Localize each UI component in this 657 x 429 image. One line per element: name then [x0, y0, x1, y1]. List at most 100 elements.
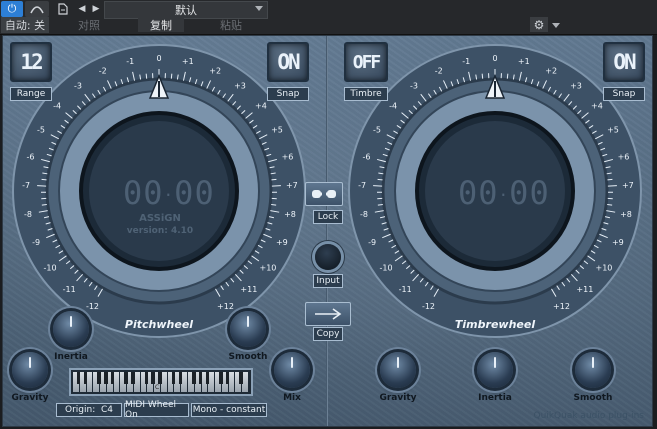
footer-brand: QuikQuak audio plug-ins [533, 411, 644, 421]
white-key[interactable] [167, 372, 176, 392]
white-key[interactable] [140, 372, 149, 392]
pitch-tick [145, 73, 148, 79]
white-key[interactable] [188, 372, 196, 392]
timbre-scale-label: -7 [358, 181, 366, 190]
preset-selector[interactable]: 默认 [104, 1, 268, 19]
white-key[interactable] [113, 372, 120, 392]
pitch-snap-label: Snap [267, 87, 309, 101]
auto-off-button[interactable]: 自动: 关 [1, 17, 49, 33]
pitch-snap-display[interactable]: ON [267, 42, 309, 82]
white-key[interactable] [79, 372, 88, 392]
black-key[interactable] [124, 372, 128, 384]
black-key[interactable] [205, 372, 210, 384]
black-key[interactable] [97, 372, 101, 384]
timbre-inertia-label: Inertia [478, 393, 512, 403]
copy-wheel-button[interactable] [305, 302, 351, 326]
black-key[interactable] [239, 372, 243, 384]
white-key[interactable] [215, 372, 223, 392]
white-key[interactable] [133, 372, 140, 392]
black-key[interactable] [158, 372, 162, 384]
pitch-gravity-knob[interactable] [12, 352, 48, 388]
timbre-snap-display[interactable]: ON [603, 42, 645, 82]
timbre-scale-label: -9 [368, 238, 376, 247]
white-key[interactable] [106, 372, 115, 392]
black-key[interactable] [77, 372, 81, 384]
pitch-smooth-knob[interactable] [230, 311, 266, 347]
pitch-scale-label: +11 [240, 285, 257, 294]
compare-button[interactable]: 对照 [64, 18, 114, 32]
white-key[interactable] [127, 372, 135, 392]
timbre-display[interactable]: OFF [344, 42, 388, 82]
black-key[interactable] [131, 372, 135, 384]
origin-key-marker: C [154, 384, 160, 391]
pitch-scale-label: -8 [24, 210, 32, 219]
origin-keyboard[interactable]: C [69, 368, 253, 396]
white-key[interactable] [228, 372, 235, 392]
copy-settings-button[interactable]: 复制 [138, 18, 184, 32]
input-button[interactable] [315, 244, 341, 270]
white-key[interactable] [73, 372, 81, 392]
settings-button[interactable]: ⚙ [530, 17, 548, 32]
timbre-scale-label: 0 [492, 54, 497, 63]
white-key[interactable] [93, 372, 101, 392]
pitch-inertia-knob[interactable] [53, 311, 89, 347]
prev-preset-button[interactable]: ◀ [75, 2, 89, 16]
black-key[interactable] [171, 372, 176, 384]
timbre-value-display: 00·00 [458, 174, 550, 212]
arrow-left-icon: ◀ [78, 4, 86, 14]
white-key[interactable] [120, 372, 128, 392]
white-key[interactable] [242, 372, 248, 392]
midi-wheel-button[interactable]: MIDI Wheel On [124, 400, 189, 420]
pitch-dial-title: Pitchwheel [125, 318, 193, 331]
white-key[interactable] [201, 372, 210, 392]
black-key[interactable] [151, 372, 155, 384]
black-key[interactable] [144, 372, 149, 384]
preset-menu-button[interactable] [56, 2, 70, 16]
next-preset-button[interactable]: ▶ [89, 2, 103, 16]
pitch-mix-knob[interactable] [274, 352, 310, 388]
white-key[interactable] [147, 372, 155, 392]
black-key[interactable] [83, 372, 88, 384]
white-key[interactable] [181, 372, 188, 392]
timbre-gravity-knob[interactable] [380, 352, 416, 388]
timbre-gravity-label: Gravity [379, 393, 417, 403]
paste-settings-button[interactable]: 粘贴 [208, 18, 254, 32]
timbre-scale-label: -2 [435, 66, 443, 75]
timbre-inertia-knob[interactable] [477, 352, 513, 388]
mono-mode-selector[interactable]: Mono - constant [191, 403, 267, 417]
pitch-tick [271, 204, 277, 206]
white-key[interactable] [160, 372, 167, 392]
timbre-smooth-knob[interactable] [575, 352, 611, 388]
white-key[interactable]: C [154, 372, 162, 392]
black-key[interactable] [178, 372, 182, 384]
preset-name: 默认 [175, 4, 197, 17]
origin-value: C4 [100, 405, 113, 415]
white-key[interactable] [174, 372, 182, 392]
black-key[interactable] [104, 372, 108, 384]
white-key[interactable] [100, 372, 108, 392]
range-display[interactable]: 12 [10, 42, 52, 82]
pitch-scale-label: +1 [182, 57, 194, 66]
white-key[interactable] [221, 372, 230, 392]
white-key[interactable] [194, 372, 203, 392]
settings-dropdown-icon[interactable] [552, 23, 560, 28]
black-key[interactable] [192, 372, 196, 384]
curve-button[interactable] [25, 1, 49, 17]
pitch-scale-label: -11 [63, 285, 76, 294]
timbre-scale-label: +11 [576, 285, 593, 294]
pitch-scale-label: +12 [217, 302, 234, 311]
white-key[interactable] [86, 372, 93, 392]
black-key[interactable] [219, 372, 223, 384]
black-key[interactable] [110, 372, 115, 384]
white-key[interactable] [208, 372, 215, 392]
white-key[interactable] [235, 372, 243, 392]
black-key[interactable] [225, 372, 230, 384]
pitch-scale-label: -9 [32, 238, 40, 247]
pitch-scale-label: 0 [156, 54, 161, 63]
black-key[interactable] [198, 372, 203, 384]
origin-field[interactable]: Origin: C4 [56, 403, 122, 417]
timbre-label: Timbre [344, 87, 388, 101]
lock-button[interactable] [305, 182, 343, 206]
power-button[interactable]: ⏻ [1, 1, 23, 17]
timbre-scale-label: +5 [607, 126, 619, 135]
